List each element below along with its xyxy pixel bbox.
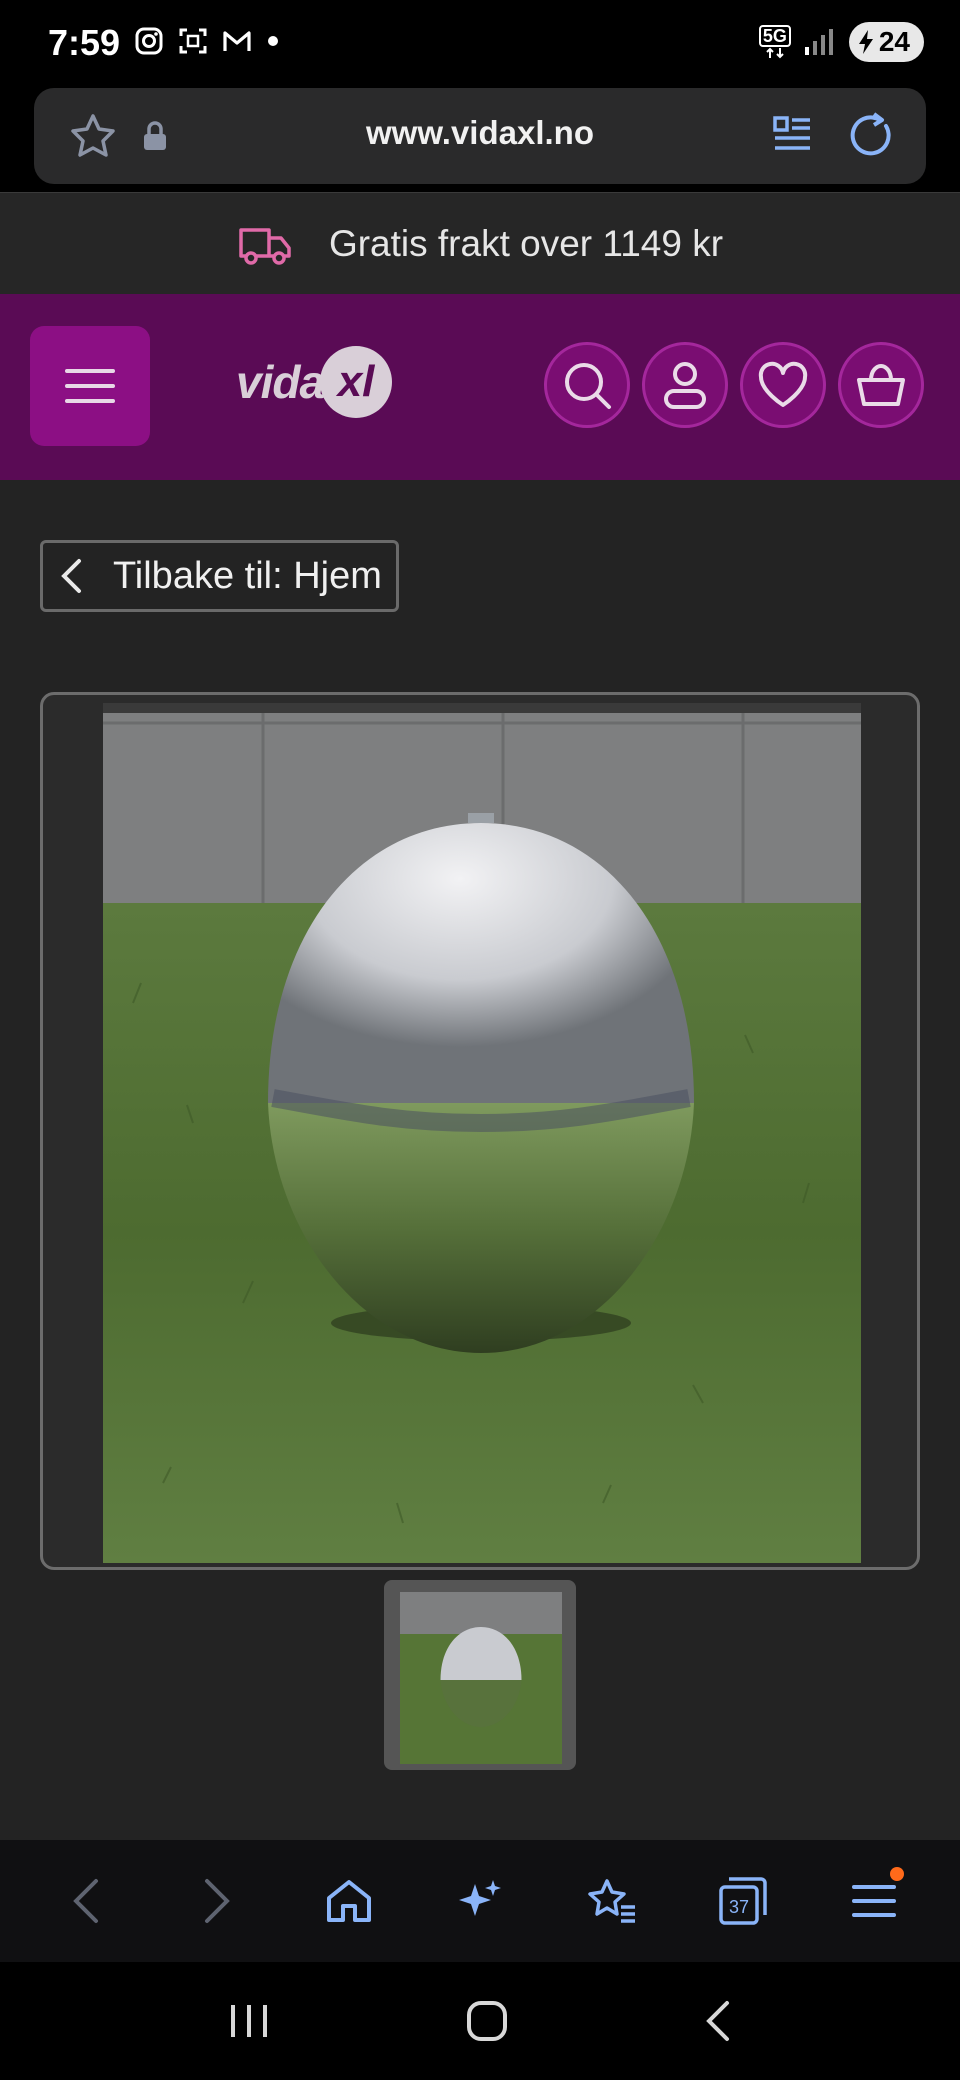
nav-menu-button[interactable]	[834, 1861, 914, 1941]
status-time: 7:59	[48, 22, 121, 63]
ai-sparkle-icon	[458, 1880, 501, 1916]
system-back-icon[interactable]	[703, 1999, 733, 2043]
nav-ai-button[interactable]	[440, 1861, 520, 1941]
network-5g-icon: 5G	[758, 25, 791, 59]
cart-icon	[857, 363, 905, 406]
nav-forward-button[interactable]	[177, 1861, 257, 1941]
shipping-text: Gratis frakt over 1149 kr	[328, 222, 724, 264]
site-header: vida xl	[0, 294, 960, 480]
screenshot-icon	[179, 28, 207, 54]
account-button[interactable]	[642, 342, 728, 428]
product-thumbnail[interactable]	[384, 1580, 576, 1770]
forward-icon	[205, 1879, 230, 1923]
battery-indicator: 24	[848, 22, 924, 62]
account-icon	[664, 362, 706, 409]
browser-bottom-nav: 37	[0, 1840, 960, 1962]
nav-back-button[interactable]	[46, 1861, 126, 1941]
battery-level: 24	[878, 26, 910, 57]
logo-text: vida	[236, 356, 325, 408]
thumbnail-image	[400, 1592, 562, 1764]
search-icon	[565, 363, 611, 409]
recents-icon[interactable]	[227, 2001, 271, 2041]
reader-mode-icon[interactable]	[772, 112, 814, 156]
hamburger-icon	[65, 369, 115, 403]
cart-button[interactable]	[838, 342, 924, 428]
tab-count: 37	[729, 1897, 749, 1917]
home-circle-icon[interactable]	[465, 1999, 509, 2043]
gmail-icon	[223, 31, 251, 51]
product-main-image[interactable]	[103, 703, 861, 1563]
charging-icon	[858, 30, 873, 54]
tabs-icon: 37	[719, 1877, 767, 1925]
web-page: Gratis frakt over 1149 kr vida xl Tilbak…	[0, 192, 960, 1840]
signal-icon	[804, 29, 833, 55]
dot-icon	[268, 36, 278, 46]
logo-badge: xl	[320, 346, 393, 418]
reload-icon[interactable]	[846, 110, 896, 160]
bookmarks-icon	[588, 1879, 636, 1923]
menu-icon	[852, 1885, 897, 1917]
status-bar: 7:59 5G 24	[0, 0, 960, 88]
network-label: 5G	[758, 25, 791, 47]
nav-home-button[interactable]	[309, 1861, 389, 1941]
back-label: Tilbake til: Hjem	[113, 554, 382, 597]
wishlist-button[interactable]	[740, 342, 826, 428]
heart-icon	[758, 361, 808, 407]
home-icon	[326, 1880, 371, 1922]
back-to-home-button[interactable]: Tilbake til: Hjem	[40, 540, 399, 612]
nav-tabs-button[interactable]: 37	[703, 1861, 783, 1941]
header-actions	[544, 342, 924, 428]
chevron-left-icon	[61, 559, 81, 593]
back-icon	[72, 1879, 98, 1923]
status-icons-left	[134, 26, 280, 56]
status-icons-right: 5G 24	[758, 22, 924, 62]
address-bar[interactable]: www.vidaxl.no	[34, 88, 926, 184]
vidaxl-logo[interactable]: vida xl	[236, 346, 393, 418]
instagram-icon	[135, 27, 163, 55]
search-button[interactable]	[544, 342, 630, 428]
nav-bookmarks-button[interactable]	[571, 1861, 651, 1941]
notification-dot	[890, 1867, 905, 1881]
product-image-gallery[interactable]	[40, 692, 920, 1570]
android-nav-bar	[0, 1962, 960, 2080]
browser-toolbar: www.vidaxl.no	[0, 88, 960, 192]
delivery-truck-icon	[239, 227, 291, 265]
menu-button[interactable]	[30, 326, 150, 446]
shipping-banner: Gratis frakt over 1149 kr	[0, 192, 960, 294]
